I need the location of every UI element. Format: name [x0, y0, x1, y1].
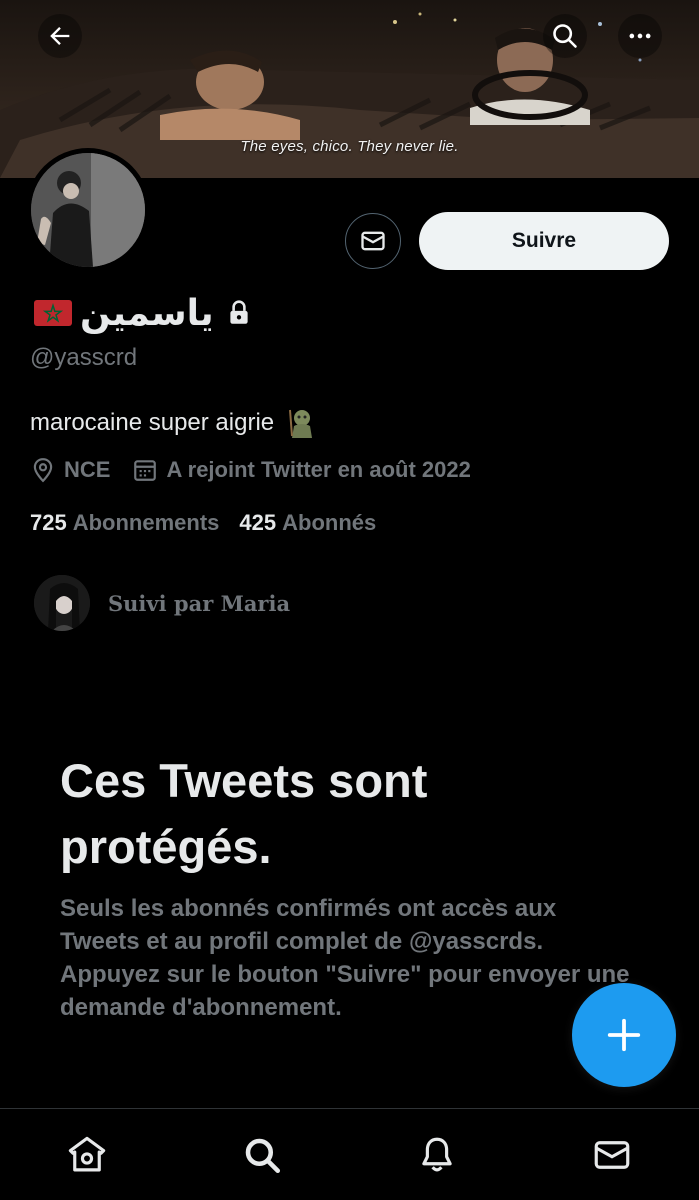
following-stat[interactable]: 725 Abonnements — [30, 510, 219, 536]
envelope-icon — [594, 1140, 629, 1169]
nav-notifications[interactable] — [407, 1125, 467, 1185]
calendar-icon — [134, 460, 157, 481]
bio: marocaine super aigrie — [30, 406, 318, 440]
following-label: Abonnements — [72, 510, 220, 535]
arrow-left-icon — [50, 27, 70, 45]
search-icon — [245, 1138, 281, 1173]
message-button[interactable] — [345, 213, 401, 269]
lock-icon — [230, 300, 248, 324]
followed-by-text: Suivi par Maria — [108, 590, 291, 616]
more-button[interactable] — [618, 14, 662, 58]
nav-messages[interactable] — [582, 1125, 642, 1185]
home-icon — [69, 1136, 106, 1171]
location-text: NCE — [64, 457, 111, 482]
followers-stat[interactable]: 425 Abonnés — [239, 510, 376, 536]
followers-label: Abonnés — [282, 510, 377, 535]
bottom-navigation — [0, 1108, 699, 1200]
protected-title: Ces Tweets sont protégés. — [60, 754, 428, 873]
envelope-icon — [361, 231, 385, 251]
handle: @yasscrd — [30, 344, 138, 371]
nav-home[interactable] — [57, 1125, 117, 1185]
avatar-image — [31, 153, 145, 267]
location-pin-icon — [33, 458, 53, 483]
profile-avatar[interactable] — [26, 148, 150, 272]
troll-emoji-icon — [289, 409, 313, 438]
search-icon — [553, 24, 577, 48]
nav-search[interactable] — [232, 1125, 292, 1185]
bio-text: marocaine super aigrie — [30, 409, 275, 436]
more-horizontal-icon — [629, 33, 651, 39]
search-button[interactable] — [543, 14, 587, 58]
follow-stats: 725 Abonnements 425 Abonnés — [30, 510, 376, 536]
morocco-flag-icon — [34, 300, 72, 326]
display-name: ياسمين — [80, 292, 214, 334]
plus-icon — [607, 1018, 641, 1052]
bell-icon — [422, 1137, 452, 1171]
followers-count: 425 — [239, 510, 277, 535]
follow-button[interactable]: Suivre — [419, 212, 669, 270]
location: NCE — [30, 457, 110, 483]
followed-by[interactable]: Suivi par Maria — [34, 575, 290, 631]
compose-tweet-button[interactable] — [572, 983, 676, 1087]
profile-meta: NCE A rejoint Twitter en août 2022 — [30, 457, 471, 483]
follower-avatar — [34, 575, 90, 631]
join-date: A rejoint Twitter en août 2022 — [132, 457, 471, 483]
following-count: 725 — [30, 510, 67, 535]
join-date-text: A rejoint Twitter en août 2022 — [166, 457, 471, 482]
protected-description: Seuls les abonnés confirmés ont accès au… — [60, 895, 630, 1021]
name-row: ياسمين — [34, 290, 252, 336]
back-button[interactable] — [38, 14, 82, 58]
